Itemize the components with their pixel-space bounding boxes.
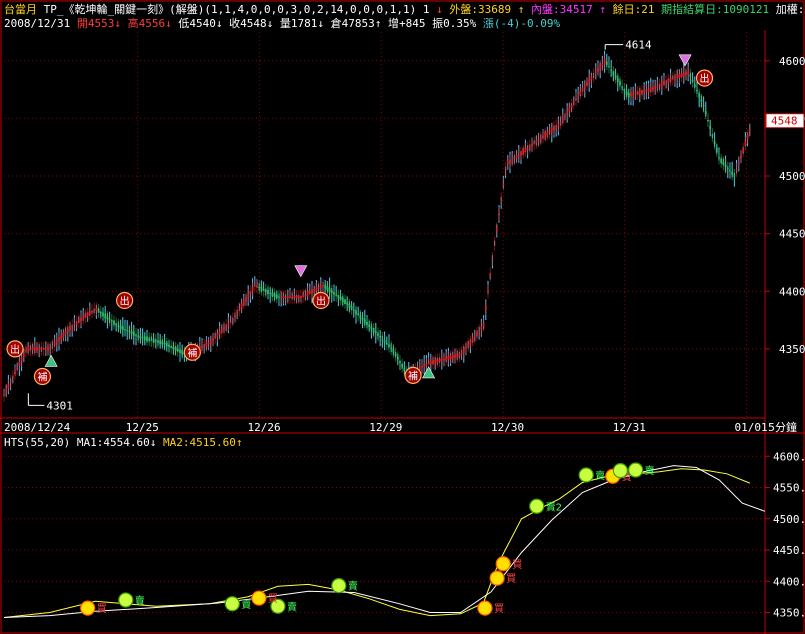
axis-labels: 4350440044504500455046002008/12/2412/251… (4, 55, 805, 620)
buy-signal-icon (477, 600, 493, 616)
chart-frame (0, 0, 805, 634)
signal-label: 出 (120, 294, 130, 307)
sell-signal-icon (529, 498, 545, 514)
signal-label: 出 (700, 72, 710, 85)
indicator-y-tick-label: 4600.00 (773, 450, 805, 463)
indicator-y-tick-label: 4500.00 (773, 513, 805, 526)
indicator-y-tick-label: 4350.00 (773, 607, 805, 620)
signal-marks: 43014614出補出補出補出賣買賣買賣賣買買買賣2賣買賣賣 (6, 39, 714, 616)
y-tick-label: 4500 (779, 170, 805, 183)
buy-signal-icon (489, 570, 505, 586)
signal-text: 買 (512, 559, 522, 571)
x-tick-label: 2008/12/24 (4, 421, 71, 434)
x-tick-label: 12/29 (369, 421, 402, 434)
indicator-y-tick-label: 4550.00 (773, 482, 805, 495)
buy-signal-icon (495, 556, 511, 572)
signal-text: 買 (494, 603, 504, 615)
x-tick-label: 12/31 (613, 421, 646, 434)
signal-text: 買 (268, 593, 278, 605)
chart-window: 台當月 TP_《乾坤輪_關鍵一刻》(解盤)(1,1,4,0,0,0,3,0,2,… (0, 0, 805, 634)
last-price-label: 4548 (771, 115, 798, 128)
buy-arrow-icon (44, 354, 58, 367)
high-annotation: 4614 (625, 39, 652, 52)
signal-text: 買 (97, 603, 107, 615)
signal-label: 出 (10, 343, 20, 356)
window-border (0, 0, 805, 634)
indicator-y-tick-label: 4400.00 (773, 575, 805, 588)
signal-text: 賣 (645, 464, 655, 477)
signal-label: 出 (316, 294, 326, 307)
signal-label: 補 (37, 371, 47, 384)
signal-text: 賣2 (546, 500, 562, 513)
low-annotation: 4301 (46, 399, 73, 412)
y-tick-label: 4400 (779, 285, 805, 298)
x-tick-label: 01/01 (735, 421, 768, 434)
sell-signal-icon (331, 578, 347, 594)
timeframe-label: 5分鐘 (768, 420, 797, 434)
buy-signal-icon (80, 600, 96, 616)
sell-arrow-icon (294, 265, 308, 278)
y-tick-label: 4600 (779, 55, 805, 68)
buy-signal-icon (251, 590, 267, 606)
indicator-y-tick-label: 4450.00 (773, 544, 805, 557)
sell-signal-icon (628, 462, 644, 478)
signal-label: 補 (408, 369, 418, 382)
chart-canvas[interactable]: 43014614出補出補出補出賣買賣買賣賣買買買賣2賣買賣賣 435044004… (0, 0, 805, 634)
ma-lines (3, 465, 766, 618)
signal-label: 補 (187, 346, 197, 359)
x-tick-label: 12/30 (491, 421, 524, 434)
signal-text: 賣 (595, 469, 605, 482)
signal-text: 賣 (135, 594, 145, 607)
signal-text: 買 (506, 573, 516, 585)
sell-signal-icon (224, 596, 240, 612)
sell-signal-icon (578, 467, 594, 483)
ma1-line (3, 468, 750, 618)
y-tick-label: 4350 (779, 343, 805, 356)
y-tick-label: 4450 (779, 228, 805, 241)
signal-text: 賣 (348, 580, 358, 593)
signal-text: 賣 (287, 600, 297, 613)
x-tick-label: 12/25 (126, 421, 159, 434)
sell-signal-icon (118, 592, 134, 608)
signal-text: 賣 (241, 598, 251, 611)
sell-signal-icon (612, 463, 629, 479)
ma2-line (3, 465, 766, 618)
x-tick-label: 12/26 (248, 421, 281, 434)
